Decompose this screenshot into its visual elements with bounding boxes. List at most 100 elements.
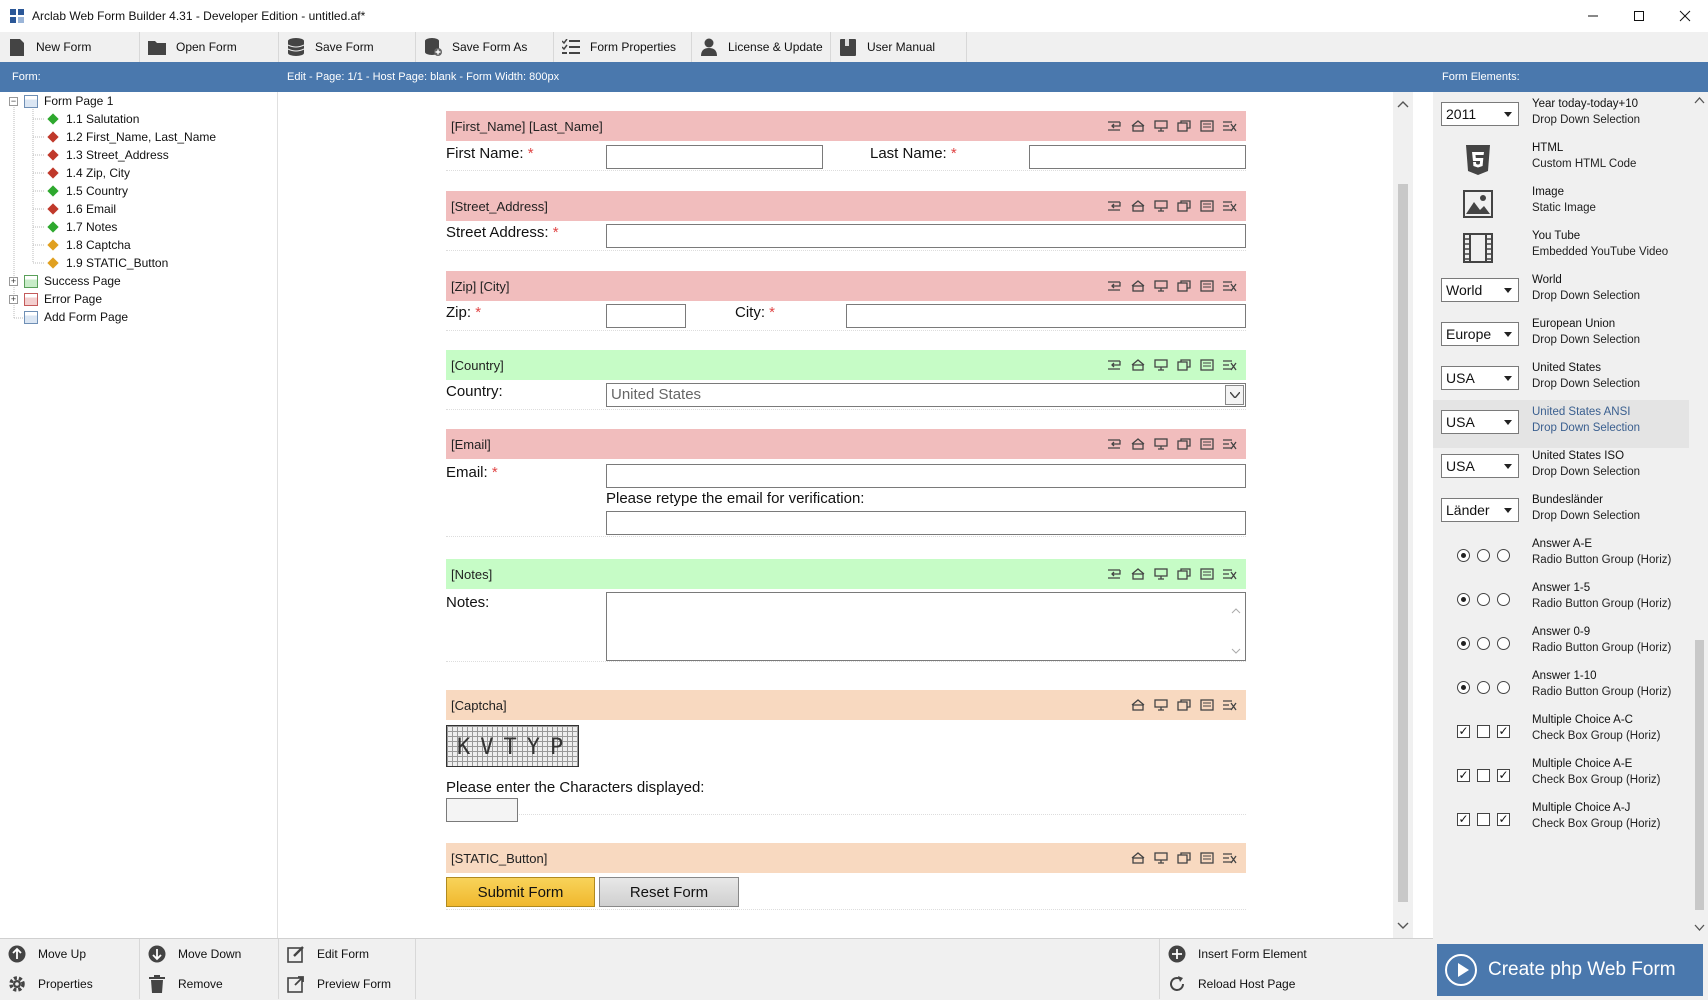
copy-icon[interactable] bbox=[1176, 566, 1192, 582]
home-icon[interactable] bbox=[1130, 697, 1146, 713]
edit-form-button[interactable]: Edit Form bbox=[279, 939, 416, 969]
city-input[interactable] bbox=[846, 304, 1246, 328]
form-element-item[interactable]: Answer 0-9 Radio Button Group (Horiz) bbox=[1433, 620, 1689, 668]
block-header[interactable]: [First_Name] [Last_Name] bbox=[446, 111, 1246, 141]
form-block-email[interactable]: [Email] Email: * Please retype the email… bbox=[446, 429, 1246, 537]
close-button[interactable] bbox=[1662, 0, 1708, 32]
monitor-icon[interactable] bbox=[1153, 278, 1169, 294]
scroll-down-icon[interactable] bbox=[1694, 924, 1705, 931]
wrap-icon[interactable] bbox=[1107, 357, 1123, 373]
maximize-button[interactable] bbox=[1616, 0, 1662, 32]
open-form-button[interactable]: Open Form bbox=[140, 32, 279, 62]
expand-icon[interactable]: + bbox=[9, 276, 18, 286]
monitor-icon[interactable] bbox=[1153, 850, 1169, 866]
tree-item-field[interactable]: 1.2 First_Name, Last_Name bbox=[46, 128, 216, 146]
scrollbar-thumb[interactable] bbox=[1695, 640, 1704, 910]
form-element-item[interactable]: You Tube Embedded YouTube Video bbox=[1433, 224, 1689, 272]
delete-icon[interactable] bbox=[1222, 198, 1238, 214]
form-element-item[interactable]: Answer A-E Radio Button Group (Horiz) bbox=[1433, 532, 1689, 580]
block-header[interactable]: [STATIC_Button] bbox=[446, 843, 1246, 873]
list-edit-icon[interactable] bbox=[1199, 850, 1215, 866]
delete-icon[interactable] bbox=[1222, 566, 1238, 582]
home-icon[interactable] bbox=[1130, 118, 1146, 134]
first-name-input[interactable] bbox=[606, 145, 823, 169]
list-edit-icon[interactable] bbox=[1199, 198, 1215, 214]
home-icon[interactable] bbox=[1130, 566, 1146, 582]
form-element-item[interactable]: 2011 Year today-today+10 Drop Down Selecti… bbox=[1433, 92, 1689, 140]
form-block-country[interactable]: [Country] Country: United States bbox=[446, 350, 1246, 410]
copy-icon[interactable] bbox=[1176, 357, 1192, 373]
wrap-icon[interactable] bbox=[1107, 118, 1123, 134]
form-properties-button[interactable]: Form Properties bbox=[554, 32, 692, 62]
form-block-street[interactable]: [Street_Address] Street Address: * bbox=[446, 191, 1246, 251]
block-header[interactable]: [Notes] bbox=[446, 559, 1246, 589]
reset-form-button[interactable]: Reset Form bbox=[599, 877, 739, 907]
tree-item-field[interactable]: 1.6 Email bbox=[46, 200, 116, 218]
tree-item-field[interactable]: 1.8 Captcha bbox=[46, 236, 131, 254]
form-element-item[interactable]: USA United States ANSI Drop Down Selection bbox=[1433, 400, 1689, 448]
preview-form-button[interactable]: Preview Form bbox=[279, 969, 416, 999]
wrap-icon[interactable] bbox=[1107, 436, 1123, 452]
zip-input[interactable] bbox=[606, 304, 686, 328]
home-icon[interactable] bbox=[1130, 357, 1146, 373]
form-block-buttons[interactable]: [STATIC_Button] Submit Form Reset Form bbox=[446, 843, 1246, 910]
license-update-button[interactable]: License & Update bbox=[692, 32, 831, 62]
delete-icon[interactable] bbox=[1222, 357, 1238, 373]
remove-button[interactable]: Remove bbox=[140, 969, 279, 999]
home-icon[interactable] bbox=[1130, 850, 1146, 866]
wrap-icon[interactable] bbox=[1107, 278, 1123, 294]
form-block-notes[interactable]: [Notes] Notes: bbox=[446, 559, 1246, 662]
form-block-zip-city[interactable]: [Zip] [City] Zip: * City: * bbox=[446, 271, 1246, 331]
form-element-item[interactable]: ✓ ✓ Multiple Choice A-C Check Box Group (Ho… bbox=[1433, 708, 1689, 756]
block-header[interactable]: [Zip] [City] bbox=[446, 271, 1246, 301]
tree-item-field[interactable]: 1.3 Street_Address bbox=[46, 146, 169, 164]
copy-icon[interactable] bbox=[1176, 278, 1192, 294]
save-form-button[interactable]: Save Form bbox=[279, 32, 416, 62]
monitor-icon[interactable] bbox=[1153, 198, 1169, 214]
country-select[interactable]: United States bbox=[606, 383, 1246, 407]
monitor-icon[interactable] bbox=[1153, 566, 1169, 582]
delete-icon[interactable] bbox=[1222, 118, 1238, 134]
block-header[interactable]: [Street_Address] bbox=[446, 191, 1246, 221]
form-element-item[interactable]: Image Static Image bbox=[1433, 180, 1689, 228]
scroll-down-icon[interactable] bbox=[1397, 922, 1409, 930]
form-element-item[interactable]: ✓ ✓ Multiple Choice A-J Check Box Group (Ho… bbox=[1433, 796, 1689, 844]
captcha-input[interactable] bbox=[446, 798, 518, 822]
form-element-item[interactable]: ✓ ✓ Multiple Choice A-E Check Box Group (Ho… bbox=[1433, 752, 1689, 800]
form-element-item[interactable]: Answer 1-10 Radio Button Group (Horiz) bbox=[1433, 664, 1689, 712]
move-up-button[interactable]: Move Up bbox=[0, 939, 140, 969]
monitor-icon[interactable] bbox=[1153, 697, 1169, 713]
tree-item-success-page[interactable]: + Success Page bbox=[9, 272, 121, 290]
block-header[interactable]: [Email] bbox=[446, 429, 1246, 459]
email-verify-input[interactable] bbox=[606, 511, 1246, 535]
email-input[interactable] bbox=[606, 464, 1246, 488]
copy-icon[interactable] bbox=[1176, 118, 1192, 134]
tree-item-field[interactable]: 1.7 Notes bbox=[46, 218, 117, 236]
wrap-icon[interactable] bbox=[1107, 566, 1123, 582]
minimize-button[interactable] bbox=[1570, 0, 1616, 32]
home-icon[interactable] bbox=[1130, 436, 1146, 452]
notes-textarea[interactable] bbox=[606, 592, 1246, 661]
list-edit-icon[interactable] bbox=[1199, 357, 1215, 373]
save-form-as-button[interactable]: Save Form As bbox=[416, 32, 554, 62]
insert-element-button[interactable]: Insert Form Element bbox=[1159, 939, 1433, 969]
form-element-item[interactable]: Answer 1-5 Radio Button Group (Horiz) bbox=[1433, 576, 1689, 624]
scroll-up-icon[interactable] bbox=[1397, 100, 1409, 108]
copy-icon[interactable] bbox=[1176, 198, 1192, 214]
wrap-icon[interactable] bbox=[1107, 198, 1123, 214]
form-element-item[interactable]: USA United States ISO Drop Down Selection bbox=[1433, 444, 1689, 492]
block-header[interactable]: [Country] bbox=[446, 350, 1246, 380]
expand-icon[interactable]: + bbox=[9, 294, 18, 304]
copy-icon[interactable] bbox=[1176, 850, 1192, 866]
form-element-item[interactable]: Länder Bundesländer Drop Down Selection bbox=[1433, 488, 1689, 536]
reload-host-button[interactable]: Reload Host Page bbox=[1159, 969, 1433, 999]
form-block-name[interactable]: [First_Name] [Last_Name] First Name: * L… bbox=[446, 111, 1246, 171]
copy-icon[interactable] bbox=[1176, 697, 1192, 713]
form-element-item[interactable]: HTML Custom HTML Code bbox=[1433, 136, 1689, 184]
block-header[interactable]: [Captcha] bbox=[446, 690, 1246, 720]
user-manual-button[interactable]: User Manual bbox=[831, 32, 967, 62]
list-edit-icon[interactable] bbox=[1199, 118, 1215, 134]
street-address-input[interactable] bbox=[606, 224, 1246, 248]
delete-icon[interactable] bbox=[1222, 697, 1238, 713]
delete-icon[interactable] bbox=[1222, 436, 1238, 452]
